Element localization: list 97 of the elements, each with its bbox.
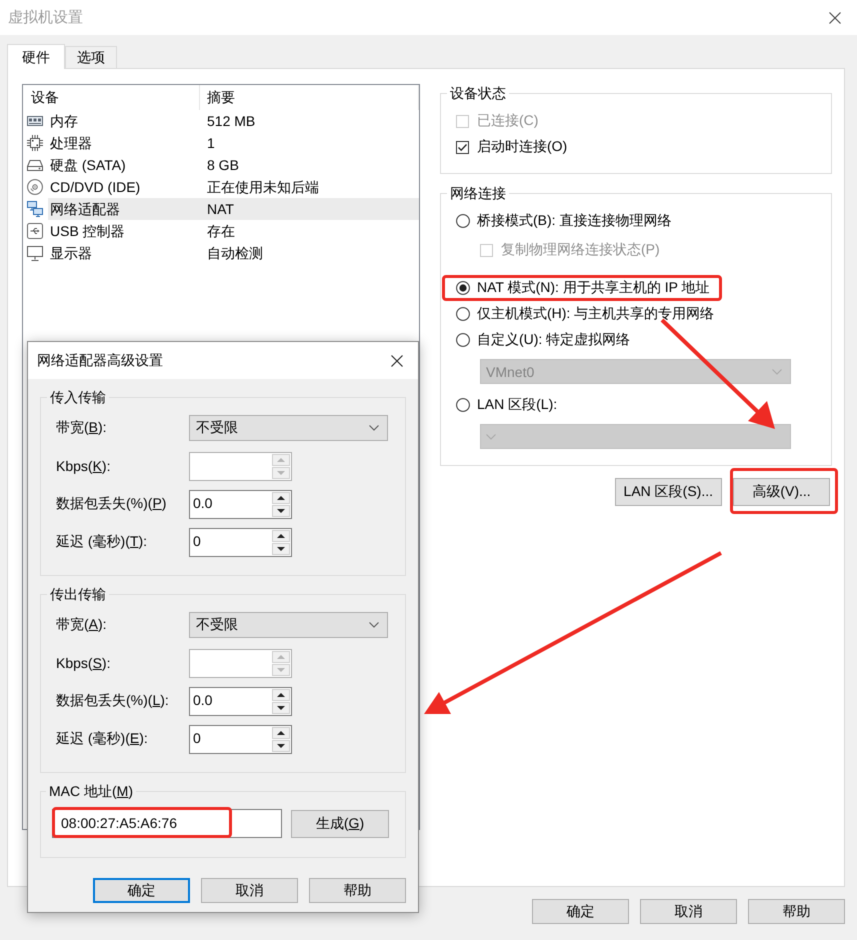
footer-button[interactable]: 帮助: [748, 899, 845, 924]
checkbox[interactable]: [456, 140, 469, 154]
window-title: 虚拟机设置: [8, 8, 83, 27]
up-triangle-icon: [277, 692, 285, 696]
disc-icon: [27, 179, 43, 195]
dialog-button[interactable]: 确定: [93, 878, 190, 903]
tab[interactable]: 选项: [65, 46, 117, 68]
push-button[interactable]: 高级(V)...: [733, 478, 830, 506]
checkbox-label: 启动时连接(O): [477, 138, 568, 156]
up-triangle-icon: [277, 534, 285, 538]
close-icon[interactable]: [829, 12, 841, 24]
up-triangle-icon: [277, 496, 285, 500]
radio-button[interactable]: [456, 214, 470, 228]
summary-cell-text: 自动检测: [206, 244, 264, 263]
radio-button[interactable]: [456, 281, 470, 295]
radio-label: LAN 区段(L):: [477, 396, 558, 414]
push-button[interactable]: LAN 区段(S)...: [614, 478, 722, 506]
mac-address-field[interactable]: 08:00:27:A5:A6:76: [52, 809, 282, 838]
summary-cell-text: 8 GB: [206, 156, 240, 175]
dropdown[interactable]: 不受限: [189, 612, 388, 638]
device-name-cell[interactable]: 显示器: [48, 242, 200, 264]
number-field[interactable]: 0.0: [190, 490, 271, 518]
dialog-button[interactable]: 帮助: [309, 878, 406, 903]
column-header[interactable]: 摘要: [200, 85, 419, 110]
footer-button[interactable]: 取消: [640, 899, 737, 924]
number-field[interactable]: 0: [190, 726, 271, 752]
spin-up-button[interactable]: [272, 530, 290, 542]
field-label: 延迟 (毫秒)(E):: [56, 730, 149, 748]
spin-down-button[interactable]: [272, 504, 290, 516]
spin-down-button[interactable]: [272, 740, 290, 752]
radio-button[interactable]: [456, 307, 470, 321]
memory-module-icon: [27, 113, 43, 129]
field-value: 08:00:27:A5:A6:76: [61, 814, 177, 830]
number-field[interactable]: 0.0: [190, 688, 271, 714]
usb-icon: [27, 223, 43, 239]
summary-cell: NAT: [200, 198, 419, 220]
spin-up-button[interactable]: [272, 688, 290, 700]
up-triangle-icon: [277, 458, 285, 462]
group-title: 网络连接: [449, 184, 507, 202]
generate-button[interactable]: 生成(G): [291, 810, 389, 838]
close-icon[interactable]: [391, 354, 403, 366]
down-triangle-icon: [277, 706, 285, 710]
group-title: 设备状态: [449, 84, 507, 102]
up-triangle-icon: [277, 654, 285, 658]
chevron-down-icon: [369, 622, 379, 628]
dropdown[interactable]: 不受限: [189, 415, 388, 441]
device-name-cell[interactable]: 处理器: [48, 132, 200, 154]
dialog-title: 网络适配器高级设置: [37, 352, 163, 370]
summary-cell-text: 1: [206, 134, 216, 153]
chip-icon: [27, 135, 43, 151]
column-header[interactable]: 设备: [23, 85, 200, 110]
number-field[interactable]: 0: [190, 528, 271, 556]
radio-button[interactable]: [456, 333, 470, 347]
chevron-down-icon: [772, 368, 782, 374]
chevron-down-icon: [369, 425, 379, 431]
device-name-cell[interactable]: 硬盘 (SATA): [48, 154, 200, 176]
group-title: 传出传输: [49, 585, 107, 603]
device-name-cell[interactable]: CD/DVD (IDE): [48, 176, 200, 198]
field-label: 带宽(A):: [56, 616, 108, 634]
monitor-icon: [27, 245, 43, 261]
down-triangle-icon: [277, 508, 285, 512]
tab[interactable]: 硬件: [7, 44, 65, 69]
spin-up-button[interactable]: [272, 492, 290, 504]
down-triangle-icon: [277, 546, 285, 550]
field-label: Kbps(K):: [56, 458, 112, 474]
network-computers-icon: [27, 201, 43, 217]
field-label: 数据包丢失(%)(L):: [56, 692, 170, 710]
down-triangle-icon: [277, 744, 285, 748]
up-triangle-icon: [277, 730, 285, 734]
spin-down-button[interactable]: [272, 542, 290, 554]
chevron-down-icon: [486, 434, 496, 440]
checkbox-label: 已连接(C): [477, 112, 538, 130]
radio-label: NAT 模式(N): 用于共享主机的 IP 地址: [477, 279, 710, 297]
radio-label: 桥接模式(B): 直接连接物理网络: [477, 212, 672, 230]
down-triangle-icon: [277, 470, 285, 474]
radio-button[interactable]: [456, 398, 470, 412]
device-name-cell[interactable]: USB 控制器: [48, 220, 200, 242]
field-label: 数据包丢失(%)(P): [56, 495, 168, 513]
group-title: MAC 地址(M): [48, 782, 134, 800]
hard-drive-icon: [27, 157, 43, 173]
field-label: 延迟 (毫秒)(T):: [56, 533, 148, 551]
radio-label: 仅主机模式(H): 与主机共享的专用网络: [477, 305, 714, 323]
field-label: Kbps(S):: [56, 655, 112, 671]
footer-button[interactable]: 确定: [532, 899, 629, 924]
radio-label: 自定义(U): 特定虚拟网络: [477, 331, 630, 349]
group-title: 传入传输: [49, 388, 107, 406]
summary-cell-text: 存在: [206, 222, 236, 241]
summary-cell-text: 正在使用未知后端: [206, 178, 320, 197]
device-name-cell[interactable]: 内存: [48, 110, 200, 132]
down-triangle-icon: [277, 668, 285, 672]
device-name-cell[interactable]: 网络适配器: [48, 198, 200, 220]
field-label: 带宽(B):: [56, 419, 108, 437]
dialog-button[interactable]: 取消: [201, 878, 298, 903]
summary-cell-text: 512 MB: [206, 112, 256, 131]
spin-up-button[interactable]: [272, 726, 290, 738]
spin-down-button[interactable]: [272, 702, 290, 714]
checkbox-label: 复制物理网络连接状态(P): [501, 241, 660, 259]
